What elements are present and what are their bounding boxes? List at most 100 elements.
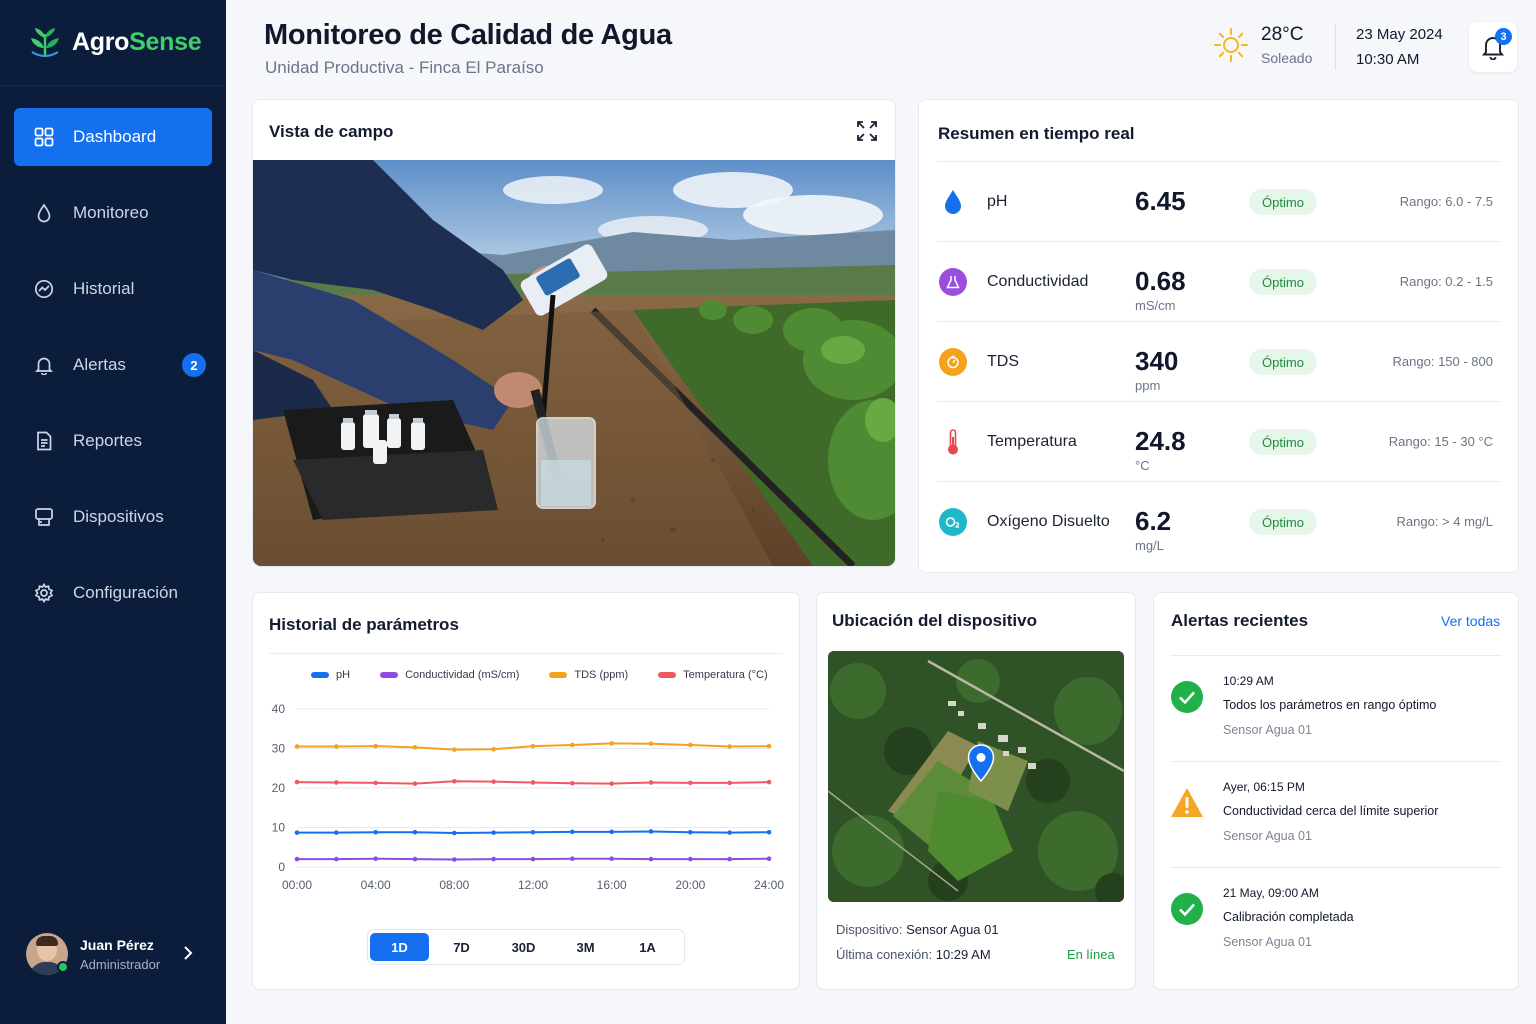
chevron-right-icon[interactable] [180,944,196,962]
param-value: 340 [1135,346,1179,376]
leaf-logo-icon [31,27,59,57]
thermometer-icon [939,428,967,456]
data-point [688,742,693,748]
document-icon [34,431,54,451]
param-range: Rango: > 4 mg/L [1396,514,1493,529]
data-point [609,781,614,786]
legend-item: TDS (ppm) [549,669,628,681]
param-name: TDS [987,353,1019,370]
range-tab-7d[interactable]: 7D [432,933,491,961]
param-value: 24.8 [1135,426,1186,456]
device-icon [34,507,54,527]
alert-time: Ayer, 06:15 PM [1223,780,1305,794]
summary-row-oxygen: Oxígeno Disuelto 6.2 mg/L Óptimo Rango: … [937,481,1501,561]
user-profile[interactable]: Juan Pérez Administrador [26,932,206,976]
sidebar-item-label: Configuración [73,583,178,602]
data-point [688,780,693,786]
data-point [648,856,654,862]
alert-source: Sensor Agua 01 [1223,935,1312,949]
data-point [373,856,378,862]
y-tick-label: 20 [272,781,286,795]
x-tick-label: 20:00 [675,878,705,892]
data-point [727,856,732,862]
alert-source: Sensor Agua 01 [1223,723,1312,737]
data-point [530,856,536,862]
logo[interactable]: AgroSense [0,0,226,86]
alerts-count-badge: 2 [182,353,206,377]
notifications-button[interactable]: 3 [1469,22,1517,72]
x-tick-label: 16:00 [597,878,627,892]
app-name: AgroSense [72,28,202,56]
data-point [530,829,536,835]
current-date: 23 May 2024 [1356,26,1443,43]
sidebar-item-configuracion[interactable]: Configuración [14,564,212,622]
x-tick-label: 00:00 [282,878,312,892]
data-point [294,744,300,749]
field-view-card: Vista de campo [252,99,896,567]
satellite-map[interactable] [828,651,1124,902]
status-badge: Óptimo [1249,509,1317,535]
sidebar-item-dashboard[interactable]: Dashboard [14,108,212,166]
legend-item: pH [311,669,350,681]
alert-item[interactable]: 21 May, 09:00 AM Calibración completada … [1170,867,1502,973]
sidebar-item-historial[interactable]: Historial [14,260,212,318]
data-point [648,741,654,747]
alert-item[interactable]: Ayer, 06:15 PM Conductividad cerca del l… [1170,761,1502,867]
param-value: 0.68 [1135,266,1186,296]
data-point [452,778,457,784]
status-badge: Óptimo [1249,429,1317,455]
data-point [294,779,300,785]
sidebar-item-label: Alertas [73,355,126,374]
weather-widget: 28°C Soleado [1213,24,1312,66]
data-point [570,742,575,748]
data-point [766,856,772,862]
bell-icon [34,355,54,375]
data-point [609,829,614,835]
data-point [727,744,732,749]
param-unit: mS/cm [1135,298,1176,313]
data-point [648,780,654,785]
alert-time: 21 May, 09:00 AM [1223,886,1319,900]
sidebar-item-reportes[interactable]: Reportes [14,412,212,470]
data-point [412,781,418,786]
range-tab-1a[interactable]: 1A [618,933,677,961]
history-card: Historial de parámetros pH Conductividad… [252,592,800,990]
summary-card: Resumen en tiempo real pH 6.45 Óptimo Ra… [918,99,1519,573]
sidebar-item-monitoreo[interactable]: Monitoreo [14,184,212,242]
page-title: Monitoreo de Calidad de Agua [264,19,672,51]
data-point [727,780,732,786]
data-point [294,856,300,862]
range-tab-3m[interactable]: 3M [556,933,615,961]
data-point [766,779,772,785]
history-title: Historial de parámetros [269,615,459,634]
data-point [491,856,496,862]
sidebar-item-dispositivos[interactable]: Dispositivos [14,488,212,546]
droplet-icon [939,188,967,216]
data-point [412,856,418,862]
notifications-badge: 3 [1495,28,1512,45]
expand-icon[interactable] [856,120,878,142]
range-tab-1d[interactable]: 1D [370,933,429,961]
data-point [294,830,300,835]
gear-icon [34,583,54,603]
sidebar-item-alertas[interactable]: Alertas 2 [14,336,212,394]
data-point [570,856,575,862]
range-tab-30d[interactable]: 30D [494,933,553,961]
location-pin-icon [967,744,995,782]
data-point [766,829,772,835]
alert-item[interactable]: 10:29 AM Todos los parámetros en rango ó… [1170,655,1502,761]
grid-icon [34,127,54,147]
data-point [334,830,339,835]
see-all-link[interactable]: Ver todas [1441,613,1500,629]
field-view-title: Vista de campo [269,122,394,141]
y-tick-label: 10 [272,821,286,835]
param-name: Temperatura [987,433,1077,450]
param-range: Rango: 6.0 - 7.5 [1399,194,1493,209]
x-tick-label: 04:00 [361,878,391,892]
sidebar-item-label: Historial [73,279,135,298]
sidebar-nav: Dashboard Monitoreo Historial Alertas 2 … [14,108,212,640]
data-point [530,780,536,785]
y-tick-label: 0 [278,860,285,874]
check-circle-icon [1171,893,1203,925]
param-range: Rango: 15 - 30 °C [1388,434,1493,449]
